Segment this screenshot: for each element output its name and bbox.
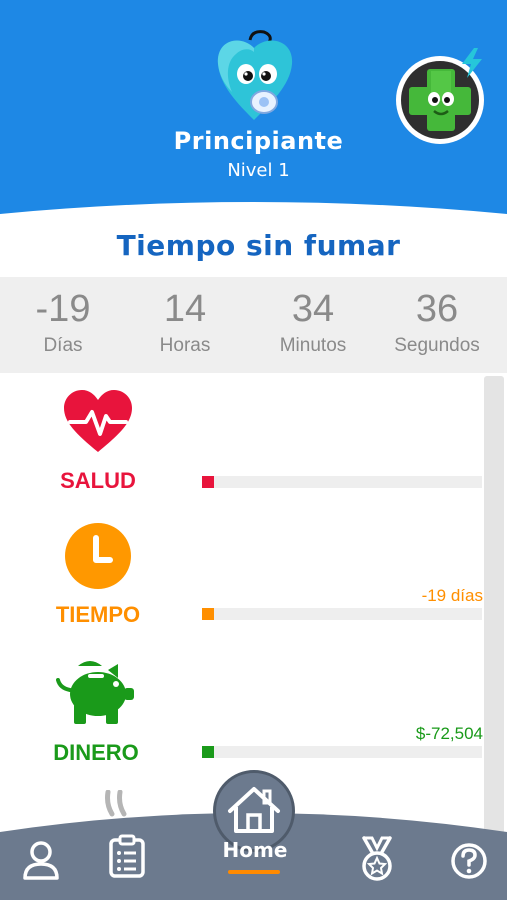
time-progress-bar <box>202 608 482 620</box>
timer-minutes-value: 34 <box>291 288 335 330</box>
timer-days-value: -19 <box>35 288 91 330</box>
money-progress-fill <box>202 746 214 758</box>
timer-days-unit: Días <box>43 335 83 356</box>
timer-seconds: 36 Segundos <box>374 277 500 357</box>
timer-hours-unit: Horas <box>159 335 211 356</box>
nav-profile-button[interactable] <box>22 840 60 884</box>
nav-achievements-button[interactable] <box>356 836 398 886</box>
level-subtitle: Nivel 1 <box>227 160 290 181</box>
piggy-bank-icon <box>56 661 134 724</box>
home-active-indicator <box>228 870 280 874</box>
health-progress-bar <box>202 476 482 488</box>
section-title: Tiempo sin fumar <box>116 229 401 262</box>
nav-help-button[interactable] <box>450 842 488 884</box>
scrollbar[interactable] <box>484 376 504 836</box>
mascot-icon <box>217 30 293 120</box>
health-label: SALUD <box>60 468 136 493</box>
help-icon <box>451 843 487 879</box>
nav-checklist-button[interactable] <box>108 834 146 882</box>
time-label: TIEMPO <box>55 602 141 627</box>
timer-minutes-unit: Minutos <box>279 335 347 356</box>
time-progress-fill <box>202 608 214 620</box>
home-label[interactable]: Home <box>205 838 305 862</box>
smoke-free-timer: -19 Días 14 Horas 34 Minutos 36 Segundos <box>0 277 507 373</box>
timer-minutes: 34 Minutos <box>250 277 376 357</box>
medal-icon <box>362 836 392 881</box>
profile-icon <box>23 841 59 880</box>
heart-pulse-icon <box>64 390 132 452</box>
timer-hours: 14 Horas <box>122 277 248 357</box>
time-value: -19 días <box>421 586 483 605</box>
timer-days: -19 Días <box>0 277 126 357</box>
money-value: $-72,504 <box>415 724 483 743</box>
clock-icon <box>65 523 131 589</box>
clipboard-icon <box>109 834 145 878</box>
health-progress-fill <box>202 476 214 488</box>
timer-hours-value: 14 <box>163 288 207 330</box>
money-label: DINERO <box>53 740 139 765</box>
level-title: Principiante <box>173 127 344 155</box>
timer-seconds-unit: Segundos <box>394 335 480 356</box>
profile-header: Principiante Nivel 1 <box>0 0 507 225</box>
money-progress-bar <box>202 746 482 758</box>
timer-seconds-value: 36 <box>415 288 459 330</box>
lightning-icon <box>462 48 482 78</box>
app-screen: Principiante Nivel 1 Tiempo sin fumar -1… <box>0 0 507 900</box>
